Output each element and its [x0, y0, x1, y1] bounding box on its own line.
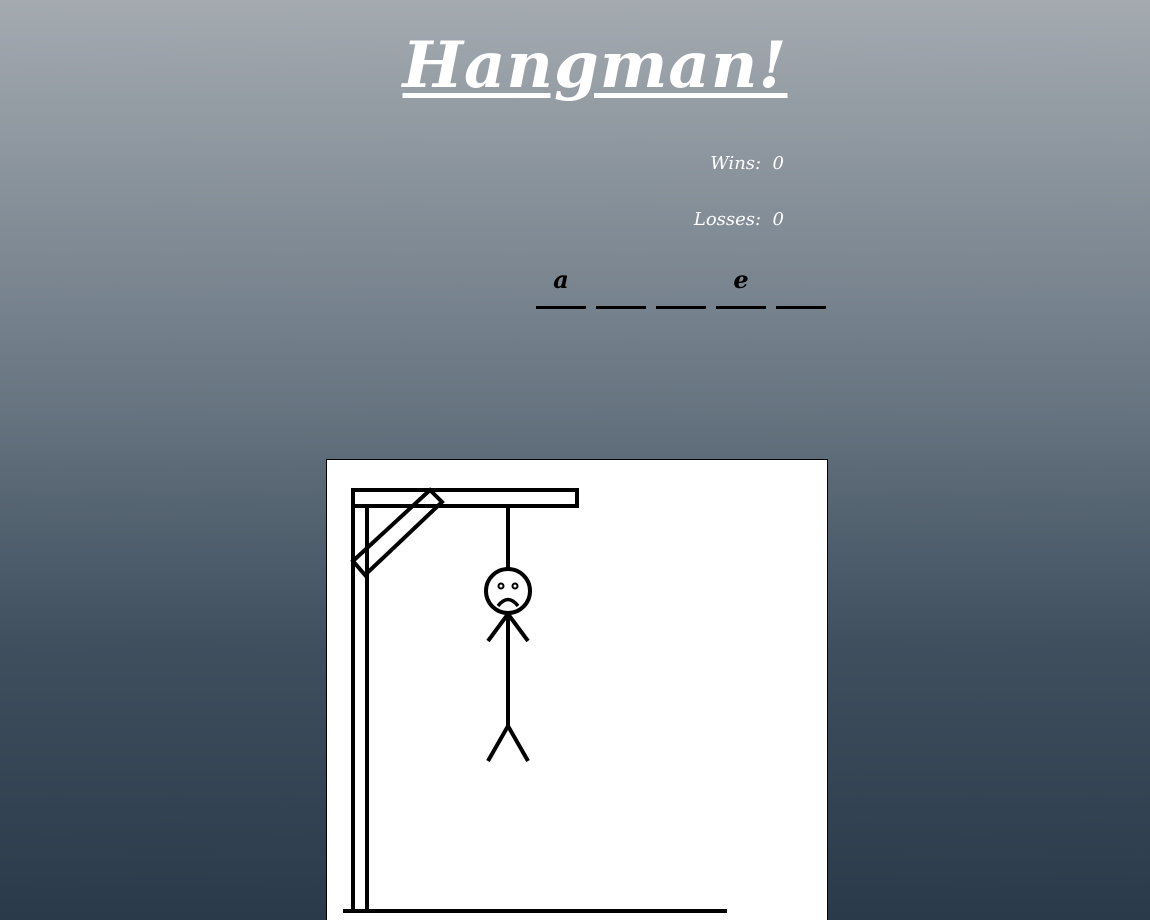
hangman-head	[484, 567, 532, 615]
wins-label: Wins:	[710, 153, 762, 174]
letter-slot-3	[656, 262, 706, 309]
losses-value: 0	[772, 209, 784, 230]
wins-counter: Wins: 0	[710, 153, 784, 174]
hangman-left-arm	[486, 612, 510, 643]
word-display: a e	[536, 262, 826, 309]
gallows-drawing	[343, 487, 727, 913]
hangman-board	[326, 459, 828, 920]
letter-slot-4: e	[716, 262, 766, 309]
hangman-left-leg	[486, 725, 510, 762]
gallows-beam	[351, 488, 579, 508]
hangman-right-arm	[506, 612, 530, 643]
hangman-right-leg	[506, 725, 530, 762]
losses-label: Losses:	[693, 209, 762, 230]
letter-slot-2	[596, 262, 646, 309]
page-title: Hangman!	[402, 28, 788, 103]
hangman-eyes	[497, 582, 519, 590]
letter-slot-1: a	[536, 262, 586, 309]
wins-value: 0	[772, 153, 784, 174]
letter-slot-5	[776, 262, 826, 309]
losses-counter: Losses: 0	[694, 209, 784, 230]
hangman-frown	[496, 597, 520, 608]
